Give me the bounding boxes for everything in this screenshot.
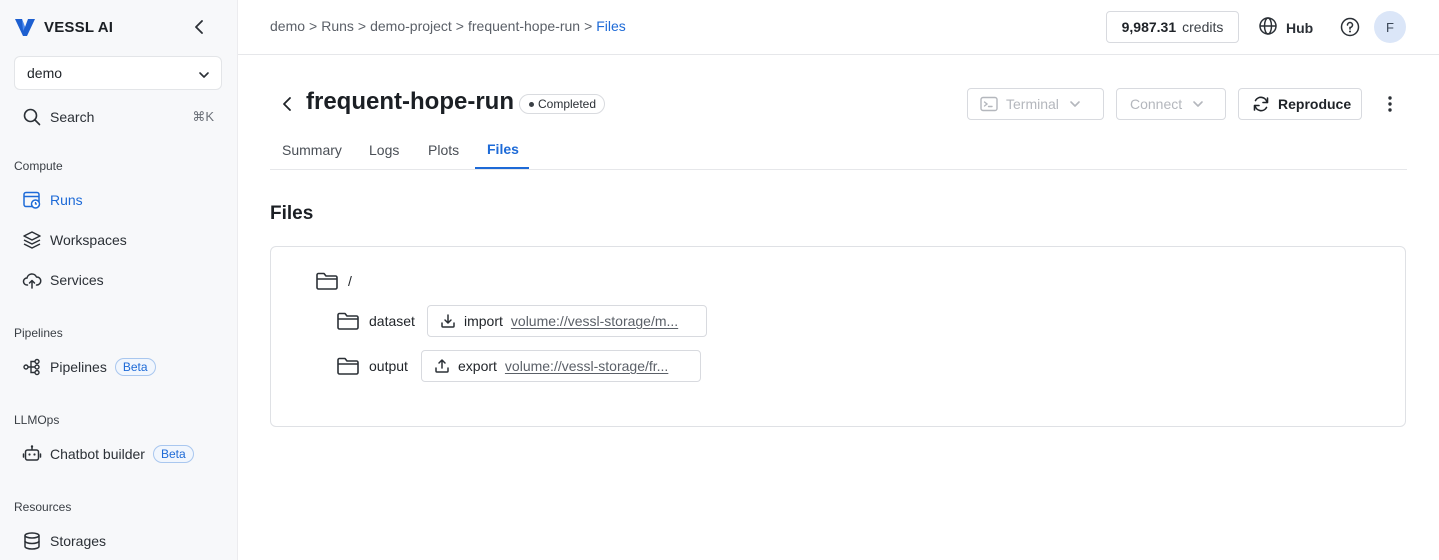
sidebar-item-label: Workspaces <box>50 232 127 248</box>
topbar: demo > Runs > demo-project > frequent-ho… <box>238 0 1439 55</box>
folder-root[interactable]: / <box>315 271 352 291</box>
section-label-compute: Compute <box>14 159 63 173</box>
breadcrumb-separator: > <box>309 18 318 34</box>
back-arrow-icon[interactable] <box>278 94 296 114</box>
upload-icon <box>434 358 450 374</box>
folder-name: output <box>369 358 408 374</box>
section-label-resources: Resources <box>14 500 72 514</box>
sidebar-item-workspaces[interactable]: Workspaces <box>14 224 224 256</box>
brand-name: VESSL AI <box>44 18 114 36</box>
breadcrumb-separator: > <box>584 18 593 34</box>
breadcrumb-run[interactable]: frequent-hope-run <box>468 18 580 34</box>
volume-kind: import <box>464 313 503 329</box>
terminal-label: Terminal <box>1006 96 1059 112</box>
more-options-icon[interactable] <box>1380 94 1400 114</box>
export-volume-chip[interactable]: export volume://vessl-storage/fr... <box>421 350 701 382</box>
sidebar-item-label: Chatbot builder <box>50 446 145 462</box>
sidebar-item-pipelines[interactable]: Pipelines Beta <box>14 351 224 383</box>
download-icon <box>440 313 456 329</box>
breadcrumb-current: Files <box>596 18 626 34</box>
tab-files[interactable]: Files <box>487 141 519 157</box>
beta-badge: Beta <box>114 358 156 376</box>
search-shortcut: ⌘K <box>192 109 214 124</box>
hub-label: Hub <box>1286 19 1314 36</box>
page-title: frequent-hope-run <box>306 88 514 115</box>
status-badge: Completed <box>519 94 606 114</box>
folder-dataset[interactable]: dataset <box>336 311 415 331</box>
credits-value: 9,987.31 <box>1121 19 1177 35</box>
brand[interactable]: VESSL AI <box>14 14 224 40</box>
connect-button[interactable]: Connect <box>1116 88 1226 120</box>
folder-name: / <box>348 273 352 289</box>
sidebar-item-search[interactable]: Search ⌘K <box>14 101 224 133</box>
breadcrumb: demo > Runs > demo-project > frequent-ho… <box>270 18 626 34</box>
layers-icon <box>22 230 42 250</box>
credits-button[interactable]: 9,987.31 credits <box>1106 11 1239 43</box>
sidebar-item-label: Runs <box>50 192 83 208</box>
vessl-logo-icon <box>14 16 38 38</box>
chevron-down-icon <box>1192 98 1204 110</box>
files-section-title: Files <box>270 203 314 224</box>
robot-icon <box>22 444 42 464</box>
terminal-button[interactable]: Terminal <box>967 88 1104 120</box>
beta-badge: Beta <box>152 445 194 463</box>
search-icon <box>22 107 42 127</box>
sidebar-item-runs[interactable]: Runs <box>14 184 224 216</box>
credits-unit: credits <box>1182 19 1224 35</box>
globe-icon <box>1258 16 1278 39</box>
terminal-icon <box>980 96 998 112</box>
refresh-icon <box>1252 95 1270 113</box>
sidebar-item-chatbot-builder[interactable]: Chatbot builder Beta <box>14 438 224 470</box>
run-tabs: Summary Logs Plots Files <box>270 132 1407 170</box>
cloud-upload-icon <box>22 270 42 290</box>
sidebar-item-label: Search <box>50 109 95 125</box>
volume-path-link[interactable]: volume://vessl-storage/m... <box>511 313 678 329</box>
sidebar-item-label: Storages <box>50 533 107 549</box>
tab-summary[interactable]: Summary <box>282 142 342 158</box>
folder-icon <box>336 356 360 376</box>
sidebar-item-label: Pipelines <box>50 359 107 375</box>
import-volume-chip[interactable]: import volume://vessl-storage/m... <box>427 305 707 337</box>
volume-path-link[interactable]: volume://vessl-storage/fr... <box>505 358 668 374</box>
files-panel: / dataset import volume://vessl-storage/… <box>270 246 1406 427</box>
reproduce-label: Reproduce <box>1278 96 1352 112</box>
help-icon[interactable] <box>1340 17 1360 40</box>
tab-plots[interactable]: Plots <box>428 142 459 158</box>
sidebar-item-services[interactable]: Services <box>14 264 224 296</box>
breadcrumb-separator: > <box>357 18 367 34</box>
database-icon <box>22 531 42 551</box>
runs-icon <box>22 190 42 210</box>
chevron-down-icon <box>198 68 210 84</box>
sidebar-item-label: Services <box>50 272 104 288</box>
folder-output[interactable]: output <box>336 356 408 376</box>
folder-icon <box>336 311 360 331</box>
section-label-llmops: LLMOps <box>14 413 60 427</box>
org-select[interactable]: demo <box>14 56 222 90</box>
tab-logs[interactable]: Logs <box>369 142 399 158</box>
pipeline-icon <box>22 357 42 377</box>
chevron-down-icon <box>1069 98 1081 110</box>
avatar[interactable]: F <box>1374 11 1406 43</box>
connect-label: Connect <box>1130 96 1183 112</box>
sidebar-item-storages[interactable]: Storages <box>14 525 224 557</box>
breadcrumb-org[interactable]: demo <box>270 18 305 34</box>
section-label-pipelines: Pipelines <box>14 326 63 340</box>
volume-kind: export <box>458 358 497 374</box>
collapse-sidebar-icon[interactable] <box>190 18 208 36</box>
org-select-value: demo <box>27 65 63 81</box>
breadcrumb-separator: > <box>455 18 464 34</box>
breadcrumb-project[interactable]: demo-project <box>370 18 452 34</box>
folder-icon <box>315 271 339 291</box>
active-tab-indicator <box>475 167 529 169</box>
hub-link[interactable]: Hub <box>1258 16 1313 39</box>
folder-name: dataset <box>369 313 415 329</box>
reproduce-button[interactable]: Reproduce <box>1238 88 1362 120</box>
sidebar: VESSL AI demo Search ⌘K Compute Runs Wor… <box>0 0 238 560</box>
breadcrumb-runs[interactable]: Runs <box>321 18 354 34</box>
